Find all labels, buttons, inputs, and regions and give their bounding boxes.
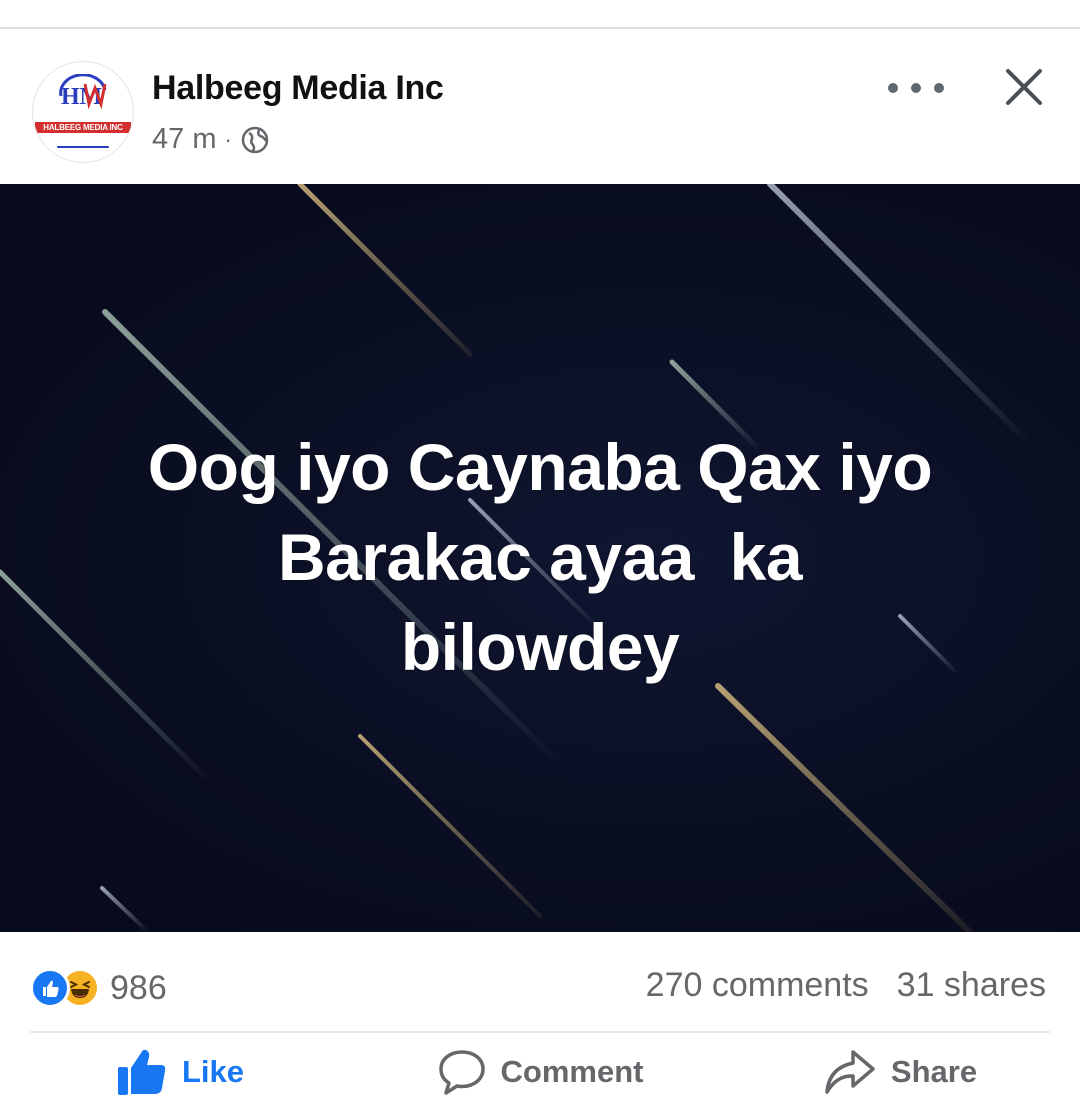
more-dot	[888, 83, 898, 93]
close-icon[interactable]	[1000, 63, 1048, 111]
page-avatar[interactable]: HM HALBEEG MEDIA INC	[32, 61, 134, 163]
comments-count[interactable]: 270 comments	[646, 966, 869, 1005]
comment-label: Comment	[500, 1053, 644, 1089]
post-header: HM HALBEEG MEDIA INC Halbeeg Media Inc 4…	[0, 29, 1080, 184]
image-text-line: bilowdey	[400, 610, 680, 684]
reactions-summary[interactable]: 986	[30, 968, 167, 1008]
more-dot	[911, 83, 921, 93]
like-button[interactable]: Like	[0, 1034, 360, 1109]
globe-icon	[241, 126, 269, 153]
more-dot	[934, 83, 944, 93]
halbeeg-logo-icon: HM	[59, 74, 107, 110]
meta-separator: ·	[224, 126, 232, 152]
like-reaction-icon	[30, 968, 70, 1008]
image-text-line: Oog iyo Caynaba Qax iyo	[147, 430, 933, 504]
more-options-button[interactable]	[888, 71, 944, 105]
share-icon	[825, 1049, 875, 1094]
comment-button[interactable]: Comment	[360, 1034, 720, 1109]
share-label: Share	[890, 1053, 978, 1089]
post-meta: 47 m ·	[152, 123, 270, 156]
image-text-line: Barakac ayaa ka	[277, 520, 803, 594]
engagement-counts: 270 comments 31 shares	[646, 966, 1046, 1005]
post-image-text: Oog iyo Caynaba Qax iyo Barakac ayaa ka …	[60, 422, 1020, 692]
post-time[interactable]: 47 m	[152, 123, 216, 156]
like-label: Like	[181, 1053, 245, 1089]
thumbs-up-icon	[117, 1049, 166, 1095]
reaction-count: 986	[110, 968, 167, 1007]
post-image[interactable]: Oog iyo Caynaba Qax iyo Barakac ayaa ka …	[0, 184, 1080, 932]
divider	[30, 1031, 1050, 1033]
post-stats: 986 270 comments 31 shares	[0, 932, 1080, 1032]
page-name[interactable]: Halbeeg Media Inc	[152, 69, 444, 108]
logo-underline	[57, 146, 109, 148]
top-bar	[0, 0, 1080, 29]
shares-count[interactable]: 31 shares	[897, 966, 1046, 1005]
comment-icon	[438, 1049, 485, 1095]
logo-banner: HALBEEG MEDIA INC	[35, 122, 131, 133]
action-bar: Like Comment Share	[0, 1034, 1080, 1109]
share-button[interactable]: Share	[720, 1034, 1080, 1109]
